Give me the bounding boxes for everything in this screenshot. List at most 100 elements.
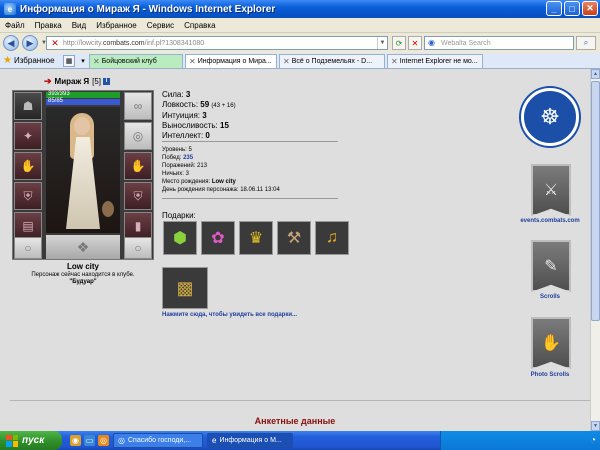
maximize-button[interactable]: □: [564, 1, 580, 16]
stat-intellect: Интеллект: 0: [162, 131, 210, 140]
info-birthday: День рождения персонажа: 18.06.11 13:04: [162, 187, 280, 193]
character-room: "Будуар": [69, 279, 97, 285]
tab-fight-club[interactable]: ✕ Бойцовский клуб: [89, 53, 183, 68]
firefox-icon[interactable]: ◎: [98, 435, 109, 446]
armor-slot-icon[interactable]: ⛨: [14, 182, 42, 210]
tab-site-icon: ✕: [391, 56, 398, 66]
tab-site-icon: ✕: [93, 56, 100, 66]
gloves-slot-icon[interactable]: ✋: [124, 152, 152, 180]
menu-view[interactable]: Вид: [67, 21, 91, 30]
events-link[interactable]: events.combats.com: [505, 218, 595, 224]
gifts-label: Подарки:: [162, 211, 196, 220]
helmet-slot-icon[interactable]: ☗: [14, 92, 42, 120]
mana-bar: 85/85: [46, 98, 120, 105]
media-player-icon[interactable]: ◉: [70, 435, 81, 446]
minimize-button[interactable]: _: [546, 1, 562, 16]
window-title: Информация о Мираж Я - Windows Internet …: [20, 3, 276, 15]
info-draws: Ничьих: 3: [162, 171, 189, 177]
stat-stamina: Выносливость: 15: [162, 121, 229, 130]
forward-button[interactable]: ▶: [22, 35, 38, 51]
menu-favorites[interactable]: Избранное: [91, 21, 142, 30]
close-button[interactable]: ✕: [582, 1, 598, 16]
tab-character-info[interactable]: ✕ Информация о Мира... ✕: [185, 53, 277, 68]
gift-bell-icon[interactable]: ♫: [315, 221, 349, 255]
clan-emblem-icon: ❖: [46, 235, 120, 259]
tab-list-dropdown-icon[interactable]: ▾: [79, 55, 87, 67]
gift-trophy-icon[interactable]: ♛: [239, 221, 273, 255]
divider: [162, 198, 338, 199]
scroll-thumb[interactable]: [591, 81, 600, 321]
leggings-slot-icon[interactable]: ⛨: [124, 182, 152, 210]
events-banner-icon[interactable]: ⚔: [531, 164, 571, 216]
refresh-icon[interactable]: ⟳: [392, 36, 406, 50]
photo-scrolls-link[interactable]: Photo Scrolls: [505, 372, 595, 378]
search-provider-icon: ◉: [428, 38, 435, 47]
address-bar[interactable]: ✕ http://lowcity.combats.com/inf.pl?1308…: [46, 36, 388, 50]
belt-slot-icon[interactable]: ▤: [14, 212, 42, 240]
show-desktop-icon[interactable]: ▭: [84, 435, 95, 446]
stat-strength: Сила: 3: [162, 90, 191, 99]
tab-site-icon: ✕: [189, 56, 196, 66]
character-info: Уровень: 5 Побед: 235 Поражений: 213 Нич…: [162, 146, 280, 194]
title-bar: e Информация о Мираж Я - Windows Interne…: [0, 0, 600, 18]
address-url[interactable]: http://lowcity.combats.com/inf.pl?130834…: [63, 40, 204, 47]
weapon-slot-icon[interactable]: ✋: [14, 152, 42, 180]
bracers-slot-icon[interactable]: ✦: [14, 122, 42, 150]
character-nick: Мираж Я: [54, 77, 90, 86]
scroll-down-icon[interactable]: ▼: [591, 421, 600, 431]
search-input[interactable]: ◉ Webalta Search: [424, 36, 574, 50]
menu-tools[interactable]: Сервис: [142, 21, 179, 30]
divider: [162, 141, 338, 142]
info-wins: Побед: 235: [162, 155, 194, 161]
tray-icon[interactable]: ◔: [590, 435, 596, 446]
tab-dungeons[interactable]: ✕ Всё о Подземельях - D...: [279, 53, 385, 68]
taskbar-item-ie[interactable]: e Информация о М...: [207, 433, 293, 448]
gift-gem-icon[interactable]: ⬢: [163, 221, 197, 255]
boots-slot-icon[interactable]: ▮: [124, 212, 152, 240]
favorites-star-icon: ★: [3, 55, 12, 66]
favorites-button[interactable]: ★ Избранное: [3, 55, 59, 66]
tab-ie-error[interactable]: ✕ Internet Explorer не мо...: [387, 53, 483, 68]
empty-slot-icon[interactable]: ○: [14, 237, 42, 259]
necklace-slot-icon[interactable]: ◎: [124, 122, 152, 150]
info-birthplace: Место рождения: Low city: [162, 179, 236, 185]
tab-close-icon[interactable]: ✕: [275, 57, 276, 65]
menu-help[interactable]: Справка: [179, 21, 220, 30]
windows-logo-icon: [6, 434, 18, 447]
quick-tabs-icon[interactable]: ▦: [63, 54, 75, 67]
scroll-up-icon[interactable]: ▲: [591, 69, 600, 79]
info-level: Уровень: 5: [162, 147, 192, 153]
section-title: Анкетные данные: [254, 416, 336, 426]
private-message-arrow-icon[interactable]: ➔: [44, 76, 52, 87]
gift-mace-icon[interactable]: ⚒: [277, 221, 311, 255]
character-avatar[interactable]: [46, 107, 120, 233]
info-icon[interactable]: i: [103, 78, 111, 85]
scrolls-link[interactable]: Scrolls: [505, 294, 595, 300]
taskbar: пуск ◉ ▭ ◎ ◎ Спасибо господи,... e Инфор…: [0, 431, 600, 450]
menu-bar: Файл Правка Вид Избранное Сервис Справка: [0, 18, 600, 33]
address-dropdown-icon[interactable]: ▼: [377, 37, 387, 49]
character-nick-line: ➔ Мираж Я [5] i: [44, 76, 111, 87]
stop-icon[interactable]: ✕: [408, 36, 422, 50]
menu-file[interactable]: Файл: [0, 21, 30, 30]
scrolls-banner-icon[interactable]: ✎: [531, 240, 571, 292]
address-row: ◀ ▶ ▼ ✕ http://lowcity.combats.com/inf.p…: [0, 33, 600, 53]
gift-chest-icon[interactable]: ▩: [162, 267, 208, 309]
ie-icon: e: [4, 3, 16, 15]
divider: [10, 400, 590, 401]
ie-icon: e: [212, 436, 217, 445]
start-button[interactable]: пуск: [0, 431, 62, 450]
alignment-emblem-icon[interactable]: ☸: [521, 88, 579, 146]
all-gifts-link[interactable]: Нажмите сюда, чтобы увидеть все подарки.…: [162, 312, 297, 318]
taskbar-item-chrome[interactable]: ◎ Спасибо господи,...: [113, 433, 203, 448]
back-button[interactable]: ◀: [3, 35, 19, 51]
info-losses: Поражений: 213: [162, 163, 208, 169]
menu-edit[interactable]: Правка: [30, 21, 67, 30]
quick-launch: ◉ ▭ ◎: [70, 435, 109, 446]
earrings-slot-icon[interactable]: ∞: [124, 92, 152, 120]
photo-scrolls-banner-icon[interactable]: ✋: [531, 317, 571, 369]
empty-slot-icon[interactable]: ○: [124, 237, 152, 259]
character-location: Персонаж сейчас находится в клубе.: [31, 272, 135, 278]
search-icon[interactable]: ⌕: [576, 36, 596, 50]
gift-flower-icon[interactable]: ✿: [201, 221, 235, 255]
